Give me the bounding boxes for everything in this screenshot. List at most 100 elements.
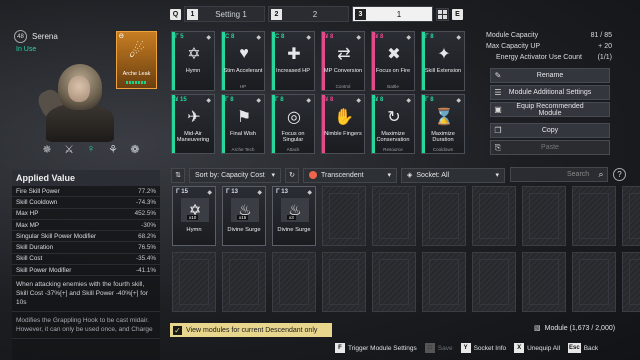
key-cap: X [514,343,525,353]
empty-inventory-slot[interactable] [422,252,466,312]
module-socket-icon: ◆ [306,35,311,41]
stat-value: -74.3% [136,198,156,206]
empty-inventory-slot[interactable] [622,186,640,246]
equip-recommended-module-button[interactable]: ▣ Equip Recommended Module [490,102,610,117]
module-capacity: Γ 5 [175,34,184,40]
slot-frame [229,259,259,305]
tab-setting-2[interactable]: 2 2 [268,6,349,22]
core-module-level-bar [126,81,147,84]
socket-filter-dropdown[interactable]: ◈ Socket: All ▾ [401,167,505,183]
module-name: Increased HP [276,68,310,74]
key-hint[interactable]: Y Socket Info [460,343,506,353]
module-name: Hymn [186,227,202,233]
rename-button[interactable]: ✎ Rename [490,68,610,83]
grid-view-icon[interactable] [436,7,449,21]
equipped-module-slot[interactable]: Γ 8 ◆ ✦ Skill Extension [421,31,465,91]
module-additional-settings-button[interactable]: ☰ Module Additional Settings [490,85,610,100]
slot-frame [329,193,359,239]
empty-inventory-slot[interactable] [372,252,416,312]
module-quantity: x3 [287,215,296,220]
key-hint[interactable]: Esc Back [568,343,598,353]
key-hint[interactable]: F Trigger Module Settings [335,343,417,353]
paste-button[interactable]: ⎘ Paste [490,140,610,155]
max-capacity-value: + 20 [598,43,612,50]
module-category: Control [335,84,351,89]
empty-inventory-slot[interactable] [372,186,416,246]
empty-inventory-slot[interactable] [522,252,566,312]
sort-icon: ⇅ [175,172,181,179]
key-cap: □ [424,343,435,353]
equipped-module-slot[interactable]: C 8 ◆ ✚ Increased HP [271,31,315,91]
inventory-module-card[interactable]: Γ 13 ◆ ♨ x15 Divine Surge [222,186,266,246]
empty-inventory-slot[interactable] [272,252,316,312]
applied-value-row: Skill Cooldown -74.3% [12,197,160,209]
equipped-module-slot[interactable]: Γ 8 ◆ ⚑ Final Wish Arche Tech [221,94,265,154]
key-hint-label: Trigger Module Settings [348,344,417,352]
slot-frame [479,193,509,239]
equip-icon: ▣ [494,105,502,114]
copy-button[interactable]: ❐ Copy [490,123,610,138]
empty-inventory-slot[interactable] [322,186,366,246]
prev-tab-key[interactable]: Q [170,8,181,20]
key-hint[interactable]: □ Save [424,343,453,353]
module-art-icon: ✡ [187,46,201,63]
equipped-module-slot[interactable]: C 8 ◆ ♥ Stim Accelerant HP [221,31,265,91]
tab-setting-3[interactable]: 3 1 [352,6,433,22]
module-name: Focus on Singular [281,131,305,143]
chevron-down-icon: ▾ [387,172,391,179]
equipped-module-slot[interactable]: ¥ 15 ◆ ✈ Mid-Air Maneuvering [171,94,215,154]
equipped-module-slot[interactable]: ¥ 8 ◆ ⇄ MP Conversion Control [321,31,365,91]
help-icon[interactable]: ? [613,168,626,181]
equipped-module-slot[interactable]: Γ 8 ◆ ⌛ Maximize Duration Cooldown [421,94,465,154]
setting-tabs: Q 1 Setting 1 2 2 3 1 E [170,6,463,22]
stat-value: 68.2% [138,232,156,240]
search-icon[interactable]: ⌕ [594,167,608,182]
module-socket-icon: ◆ [406,98,411,104]
equipped-module-slot[interactable]: ¥ 8 ◆ ↻ Maximize Conservation Resource [371,94,415,154]
stat-value: -30% [141,221,156,229]
empty-inventory-slot[interactable] [422,186,466,246]
tab-label: 2 [312,9,318,19]
empty-inventory-slot[interactable] [222,252,266,312]
current-descendant-filter-checkbox[interactable]: ✓ View modules for current Descendant on… [170,323,332,337]
module-capacity: ¥ 8 [325,34,334,40]
core-module-card[interactable]: ϴ ☄ Arche Leak [116,31,157,89]
module-capacity: Γ 15 [176,189,188,195]
key-hint[interactable]: X Unequip All [514,343,560,353]
empty-inventory-slot[interactable] [472,186,516,246]
inventory-module-card[interactable]: Γ 15 ◆ ✡ x10 Hymn [172,186,216,246]
module-art-icon: ⇄ [337,46,351,63]
next-tab-key[interactable]: E [452,8,463,20]
refresh-button[interactable]: ↻ [285,167,299,183]
empty-inventory-slot[interactable] [472,252,516,312]
empty-inventory-slot[interactable] [572,252,616,312]
equipped-module-slot[interactable]: ¥ 8 ◆ ✋ Nimble Fingers [321,94,365,154]
module-category: Cooldown [432,147,454,152]
empty-inventory-slot[interactable] [322,252,366,312]
tier-filter-dropdown[interactable]: Transcendent ▾ [303,167,397,183]
empty-inventory-slot[interactable] [172,252,216,312]
sort-dropdown[interactable]: Sort by: Capacity Cost ▾ [189,167,281,183]
empty-inventory-slot[interactable] [522,186,566,246]
module-category: HP [239,84,247,89]
module-name: Hymn [185,68,201,74]
empty-inventory-slot[interactable] [622,252,640,312]
module-tier-stripe [372,95,375,153]
module-art-icon: ↻ [387,109,401,126]
inventory-module-card[interactable]: Γ 13 ◆ ♨ x3 Divine Surge [272,186,316,246]
xantic-socket-icon: ⚘ [108,143,118,156]
copy-icon: ❐ [494,126,502,135]
slot-frame [529,193,559,239]
tab-label: 1 [396,9,402,19]
empty-inventory-slot[interactable] [572,186,616,246]
stat-name: Singular Skill Power Modifier [16,232,97,240]
equipped-module-slot[interactable]: Γ 5 ◆ ✡ Hymn [171,31,215,91]
sliders-icon: ☰ [494,88,502,97]
equipped-module-slot[interactable]: Γ 8 ◆ ◎ Focus on Singular Attack [271,94,315,154]
sort-direction-button[interactable]: ⇅ [171,167,185,183]
module-inventory-grid: Γ 15 ◆ ✡ x10 Hymn Γ 13 ◆ ♨ x15 Divine Surge Γ 13 ◆ ♨… [172,186,640,322]
equipped-module-slot[interactable]: ¥ 8 ◆ ✖ Focus on Fire Battle [371,31,415,91]
tab-setting-1[interactable]: 1 Setting 1 [184,6,265,22]
rutile-socket-icon: ❁ [130,143,140,156]
applied-value-row: Singular Skill Power Modifier 68.2% [12,231,160,243]
